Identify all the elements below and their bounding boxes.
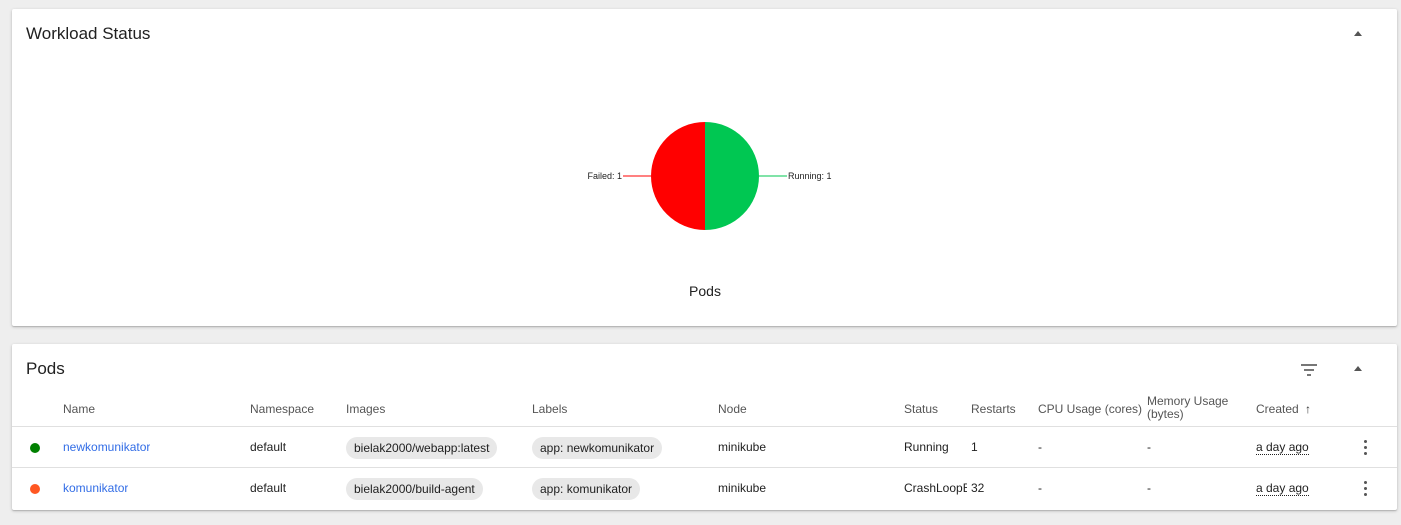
column-header-status[interactable]: Status [904, 402, 938, 416]
workload-status-card: Workload Status Running: 1 Failed: 1 Pods [12, 9, 1397, 326]
pod-memory: - [1147, 481, 1151, 495]
created-header-label: Created [1256, 402, 1299, 416]
pod-node: minikube [718, 440, 767, 454]
pod-name-link[interactable]: komunikator [63, 468, 128, 509]
pod-restarts: 32 [971, 481, 985, 495]
pod-created-text: a day ago [1256, 440, 1309, 455]
chevron-up-icon [1354, 365, 1362, 371]
pod-status: CrashLoopE [904, 481, 967, 495]
more-actions-icon[interactable] [1358, 480, 1374, 498]
pod-namespace: default [250, 440, 287, 454]
column-header-images: Images [346, 402, 386, 416]
column-header-name[interactable]: Name [63, 402, 95, 416]
pods-card: Pods Name Namespace Images Labels Node S… [12, 344, 1397, 510]
collapse-pods-button[interactable] [1346, 356, 1370, 380]
pod-image-chip: bielak2000/build-agent [346, 478, 483, 500]
column-header-node[interactable]: Node [718, 402, 747, 416]
pod-restarts: 1 [971, 440, 978, 454]
pod-status: Running [904, 440, 949, 454]
column-header-memory: Memory Usage (bytes) [1147, 394, 1229, 421]
pods-pie-chart: Running: 1 Failed: 1 Pods [587, 122, 832, 299]
column-header-namespace[interactable]: Namespace [250, 402, 314, 416]
pod-label-chip: app: newkomunikator [532, 437, 663, 459]
column-header-created[interactable]: Created ↑ [1256, 402, 1311, 416]
column-header-cpu: CPU Usage (cores) [1038, 402, 1143, 416]
status-running-icon [30, 443, 40, 453]
pod-cpu: - [1038, 440, 1042, 454]
filter-icon [1301, 364, 1317, 366]
table-row: newkomunikator default bielak2000/webapp… [12, 426, 1397, 468]
column-header-labels: Labels [532, 402, 568, 416]
pod-created: a day ago [1256, 427, 1309, 468]
status-error-icon [30, 484, 40, 494]
column-header-restarts[interactable]: Restarts [971, 402, 1016, 416]
pod-created: a day ago [1256, 468, 1309, 509]
pod-created-text: a day ago [1256, 481, 1309, 496]
pods-title: Pods [26, 359, 65, 378]
filter-button[interactable] [1298, 358, 1322, 382]
pie-label-running: Running: 1 [788, 171, 832, 181]
more-actions-icon[interactable] [1358, 439, 1374, 457]
pod-cpu: - [1038, 481, 1042, 495]
pod-label-chip: app: komunikator [532, 478, 641, 500]
pod-name-link[interactable]: newkomunikator [63, 427, 150, 468]
pod-namespace: default [250, 481, 287, 495]
pie-slice-running [705, 122, 759, 230]
sort-arrow-up-icon: ↑ [1305, 402, 1312, 416]
pie-chart-title: Pods [689, 283, 721, 299]
pie-label-failed: Failed: 1 [587, 171, 622, 181]
pod-memory: - [1147, 440, 1151, 454]
pod-image-chip: bielak2000/webapp:latest [346, 437, 498, 459]
pod-node: minikube [718, 481, 767, 495]
pie-slice-failed [651, 122, 705, 230]
table-row: komunikator default bielak2000/build-age… [12, 467, 1397, 509]
